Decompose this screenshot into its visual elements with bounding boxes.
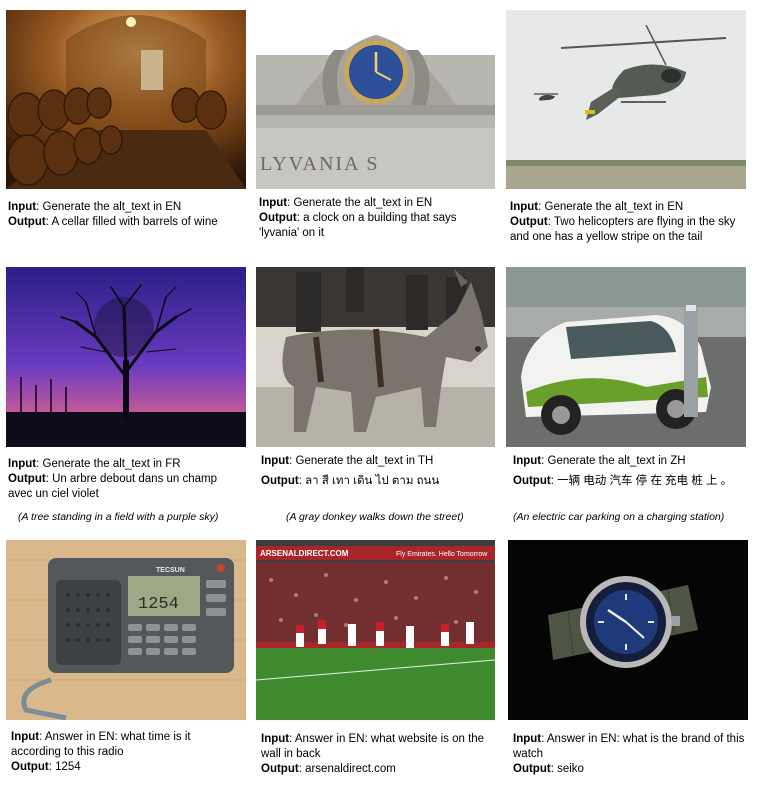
output-label: Output — [513, 763, 551, 775]
output-text: 一辆 电动 汽车 停 在 充电 桩 上 。 — [557, 475, 733, 487]
input-label: Input — [261, 455, 290, 467]
input-text: Answer in EN: what website is on the wal… — [261, 733, 485, 760]
input-line: Input: Generate the alt_text in ZH — [513, 455, 686, 467]
translation-text: (A gray donkey walks down the street) — [286, 511, 464, 523]
output-label: Output — [11, 761, 49, 773]
output-line: Output: A cellar filled with barrels of … — [8, 216, 218, 228]
electric-car-photo — [506, 267, 746, 447]
input-line: Input: Answer in EN: what time is it acc… — [11, 731, 191, 758]
output-label: Output — [261, 763, 299, 775]
banner-left-text: ARSENALDIRECT.COM — [260, 549, 349, 558]
input-text: Generate the alt_text in EN — [293, 197, 433, 209]
wine-cellar-photo — [6, 10, 246, 189]
output-line: Output: ลา สี เทา เดิน ไป ตาม ถนน — [261, 475, 440, 487]
output-line: Output: seiko — [513, 763, 584, 775]
input-line: Input: Generate the alt_text in EN — [510, 201, 684, 213]
input-line: Input: Generate the alt_text in EN — [259, 197, 433, 209]
output-line: Output: arsenaldirect.com — [261, 763, 396, 775]
output-line: Output: Un arbre debout dans un champ av… — [8, 473, 218, 500]
building-sign-text: LYVANIA S — [260, 153, 380, 175]
helicopter-photo — [506, 10, 746, 189]
input-text: Answer in EN: what is the brand of this … — [513, 733, 745, 760]
input-label: Input — [510, 201, 539, 213]
input-label: Input — [513, 455, 542, 467]
output-label: Output — [513, 475, 551, 487]
input-label: Input — [513, 733, 542, 745]
output-text: arsenaldirect.com — [305, 763, 396, 775]
translation-text: (An electric car parking on a charging s… — [513, 511, 725, 523]
output-label: Output — [259, 212, 297, 224]
output-label: Output — [510, 216, 548, 228]
output-text: 1254 — [55, 761, 81, 773]
input-line: Input: Answer in EN: what website is on … — [261, 733, 485, 760]
input-label: Input — [261, 733, 290, 745]
input-label: Input — [8, 458, 37, 470]
tree-purple-sky-photo — [6, 267, 246, 447]
input-label: Input — [11, 731, 40, 743]
output-line: Output: a clock on a building that says … — [259, 212, 457, 239]
output-text: ลา สี เทา เดิน ไป ตาม ถนน — [305, 475, 440, 487]
banner-right-text: Fly Emirates. Hello Tomorrow — [396, 551, 488, 558]
output-label: Output — [8, 473, 46, 485]
output-line: Output: 1254 — [11, 761, 81, 773]
input-text: Generate the alt_text in FR — [42, 458, 181, 470]
radio-brand-text: TECSUN — [156, 567, 185, 574]
input-text: Generate the alt_text in TH — [295, 455, 434, 467]
watch-photo — [508, 540, 748, 720]
output-text: A cellar filled with barrels of wine — [51, 216, 218, 228]
input-line: Input: Generate the alt_text in EN — [8, 201, 182, 213]
radio-display-text: 1254 — [138, 595, 179, 614]
input-line: Input: Generate the alt_text in TH — [261, 455, 434, 467]
donkey-street-photo — [256, 267, 495, 447]
output-label: Output — [8, 216, 46, 228]
soccer-match-photo: ARSENALDIRECT.COM Fly Emirates. Hello To… — [256, 540, 495, 720]
output-label: Output — [261, 475, 299, 487]
clock-building-photo: LYVANIA S — [256, 10, 495, 189]
output-line: Output: 一辆 电动 汽车 停 在 充电 桩 上 。 — [513, 475, 733, 487]
output-line: Output: Two helicopters are flying in th… — [510, 216, 736, 243]
input-line: Input: Answer in EN: what is the brand o… — [513, 733, 745, 760]
radio-photo: TECSUN 1254 — [6, 540, 246, 720]
input-text: Generate the alt_text in ZH — [547, 455, 686, 467]
output-text: seiko — [557, 763, 584, 775]
input-label: Input — [259, 197, 288, 209]
translation-text: (A tree standing in a field with a purpl… — [18, 511, 219, 523]
input-line: Input: Generate the alt_text in FR — [8, 458, 181, 470]
input-text: Generate the alt_text in EN — [544, 201, 684, 213]
input-text: Generate the alt_text in EN — [42, 201, 182, 213]
input-label: Input — [8, 201, 37, 213]
